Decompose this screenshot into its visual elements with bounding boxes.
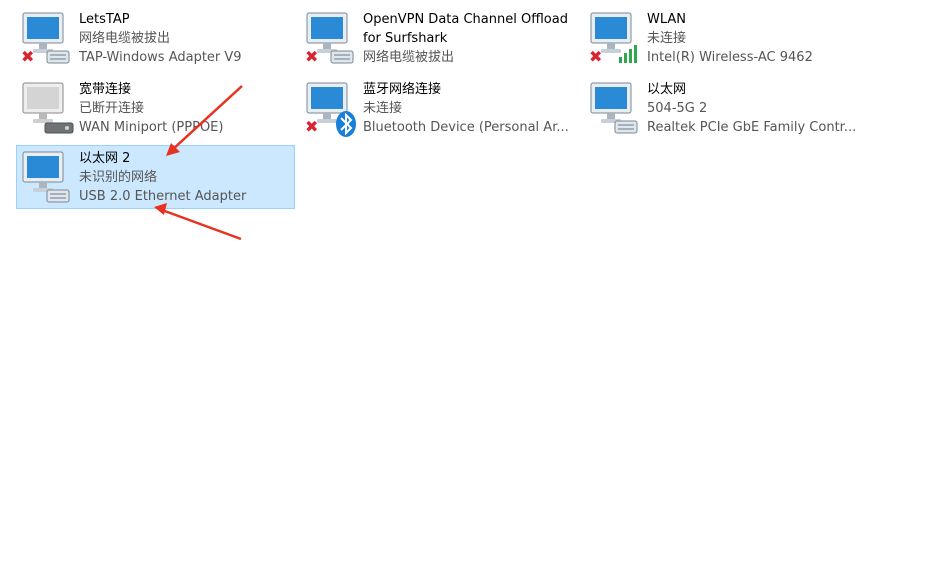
annotation-arrowhead-lower — [154, 203, 167, 215]
annotation-arrow-upper — [171, 85, 243, 151]
annotation-arrows — [154, 85, 243, 241]
annotation-arrow-lower — [161, 208, 242, 241]
